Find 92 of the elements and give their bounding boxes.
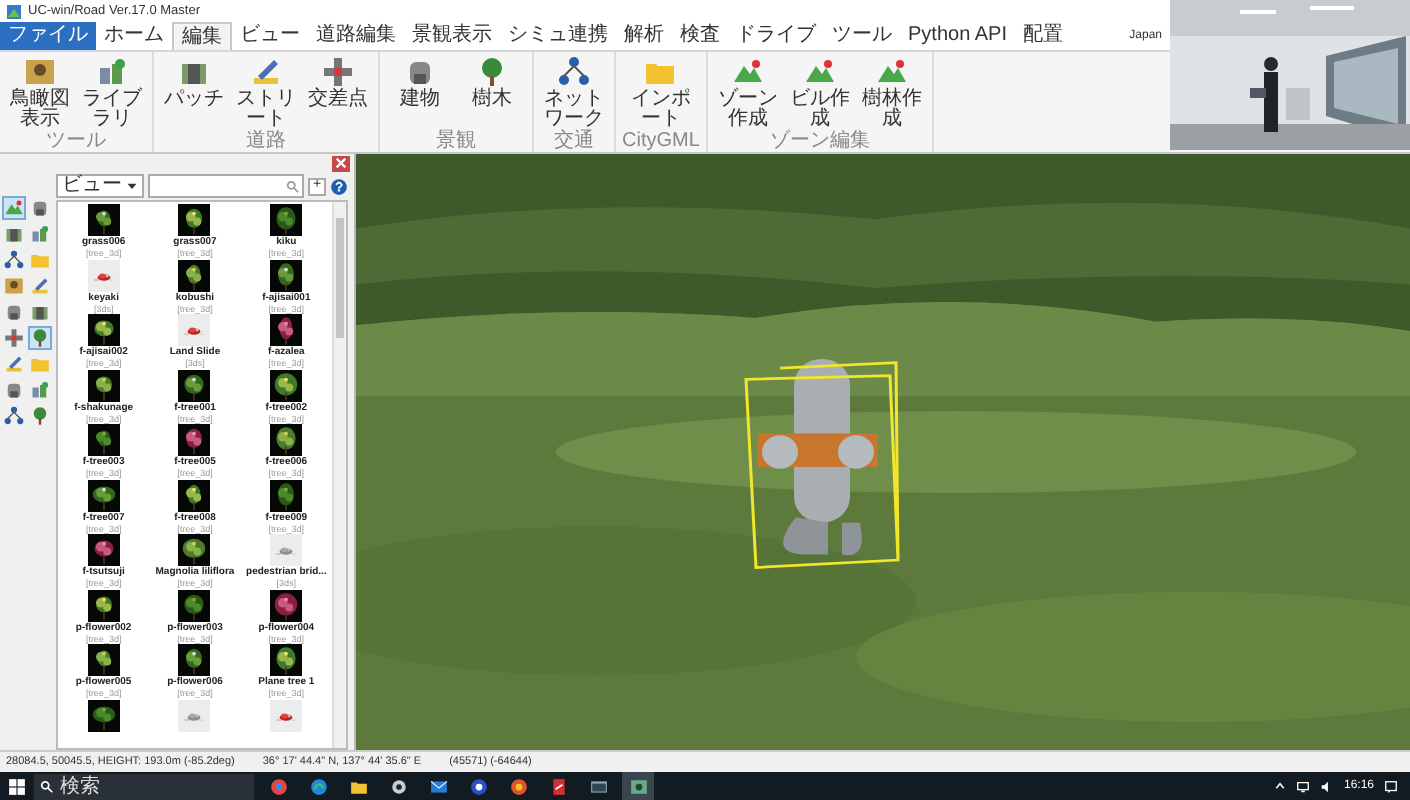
start-icon[interactable] xyxy=(8,777,26,795)
menu-tab[interactable]: ファイル xyxy=(0,22,96,50)
window-icon xyxy=(589,777,607,795)
scrollbar-thumb[interactable] xyxy=(336,218,344,338)
tool-button[interactable] xyxy=(28,222,52,246)
cross-icon xyxy=(322,56,354,88)
tool-button[interactable] xyxy=(2,274,26,298)
building-icon xyxy=(4,302,24,322)
search-icon xyxy=(286,180,300,194)
mail-icon xyxy=(429,777,447,795)
group-label: 景観 xyxy=(436,130,476,152)
close-button[interactable] xyxy=(332,155,350,171)
ribbon-button[interactable]: 交差点 xyxy=(304,54,372,130)
road-icon xyxy=(4,224,24,244)
ribbon-button[interactable]: ライブラリ xyxy=(78,54,146,130)
terrain-icon xyxy=(875,56,908,88)
window-icon xyxy=(629,777,647,795)
tool-button[interactable] xyxy=(2,352,26,376)
search-field[interactable]: 検索 xyxy=(34,773,254,799)
menu-tab[interactable]: 道路編集 xyxy=(308,22,404,50)
gear-icon xyxy=(389,777,407,795)
tree-icon xyxy=(30,406,50,426)
terrain-icon xyxy=(731,56,764,88)
caret-icon xyxy=(126,180,138,192)
menu-tab[interactable]: 配置 xyxy=(1014,22,1071,50)
ribbon-button[interactable]: インポート xyxy=(626,54,695,130)
menu-tab[interactable]: ツール xyxy=(824,22,900,50)
tool-button[interactable] xyxy=(28,196,52,220)
cross-icon xyxy=(4,328,24,348)
pencil-icon xyxy=(30,276,50,296)
ribbon-button[interactable]: ストリート xyxy=(232,54,300,130)
ribbon-button[interactable]: 樹林作成 xyxy=(857,54,926,130)
tool-button[interactable] xyxy=(28,274,52,298)
pencil-icon xyxy=(4,354,24,374)
tool-button[interactable] xyxy=(28,404,52,428)
menu-tab[interactable]: 検査 xyxy=(672,22,728,50)
document-icon xyxy=(549,777,567,795)
books-icon xyxy=(30,380,50,400)
app-icon xyxy=(6,3,22,19)
menu-tab[interactable]: 景観表示 xyxy=(404,22,500,50)
ribbon-button[interactable]: ビル作成 xyxy=(785,54,854,130)
ribbon-button[interactable]: パッチ xyxy=(160,54,228,130)
scrollbar[interactable] xyxy=(332,202,346,748)
group-label: ゾーン編集 xyxy=(769,130,870,152)
close-icon xyxy=(334,156,348,170)
menu-tab[interactable]: 編集 xyxy=(172,22,232,50)
volume-icon xyxy=(1319,779,1334,793)
pencil-icon xyxy=(250,56,282,88)
ribbon-button[interactable]: 鳥瞰図表示 xyxy=(6,54,74,130)
folder-icon xyxy=(349,777,367,795)
menu-tab[interactable]: シミュ連携 xyxy=(500,22,616,50)
landscape-icon xyxy=(4,276,24,296)
group-label: 道路 xyxy=(246,130,286,152)
help-icon[interactable] xyxy=(330,177,348,195)
group-label: CityGML xyxy=(622,130,700,152)
folder-icon xyxy=(30,250,50,270)
group-label: ツール xyxy=(46,130,106,152)
menu-tab[interactable]: ドライブ xyxy=(728,22,824,50)
building-icon xyxy=(4,380,24,400)
ribbon-button[interactable]: ゾーン作成 xyxy=(713,54,782,130)
tool-button[interactable] xyxy=(2,300,26,324)
books-icon xyxy=(30,224,50,244)
ribbon-button[interactable]: 樹木 xyxy=(458,54,526,130)
tool-button[interactable] xyxy=(2,326,26,350)
landscape-icon xyxy=(24,56,56,88)
group-label: 交通 xyxy=(554,130,594,152)
search-icon xyxy=(40,779,54,793)
browser-icon xyxy=(309,777,327,795)
tree-icon xyxy=(30,328,50,348)
ribbon-button[interactable]: 建物 xyxy=(386,54,454,130)
tool-button[interactable] xyxy=(2,196,26,220)
tree-icon xyxy=(476,56,508,88)
ribbon-button[interactable]: ネットワーク xyxy=(540,54,608,130)
tool-button[interactable] xyxy=(28,378,52,402)
tool-button[interactable] xyxy=(28,326,52,350)
menu-tab[interactable]: ビュー xyxy=(232,22,308,50)
browser-icon xyxy=(269,777,287,795)
tool-button[interactable] xyxy=(2,378,26,402)
view-dropdown[interactable]: ビュー xyxy=(56,174,144,198)
road-icon xyxy=(30,302,50,322)
menu-tab[interactable]: 解析 xyxy=(616,22,672,50)
search-field[interactable] xyxy=(148,174,304,198)
terrain-icon xyxy=(4,198,24,218)
chevron-icon xyxy=(1273,780,1286,792)
menu-tab[interactable]: Python API xyxy=(900,22,1015,50)
menu-tab[interactable]: ホーム xyxy=(96,22,172,50)
notification-icon[interactable] xyxy=(1384,779,1398,793)
books-icon xyxy=(96,56,128,88)
folder-icon xyxy=(30,354,50,374)
building-icon xyxy=(404,56,436,88)
building-icon xyxy=(30,198,50,218)
terrain-icon xyxy=(803,56,836,88)
